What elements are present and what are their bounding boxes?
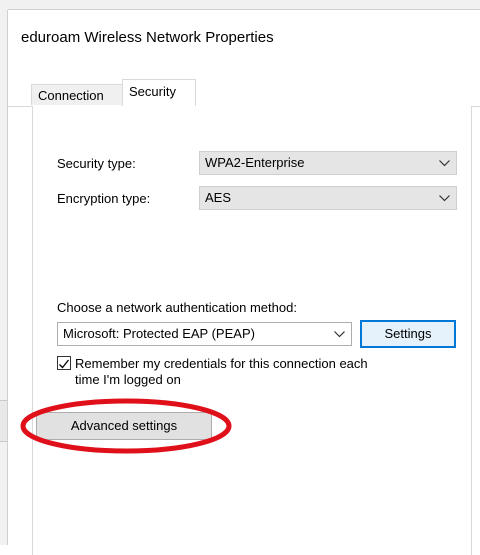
tab-connection[interactable]: Connection bbox=[31, 84, 123, 105]
remember-text-line2: time I'm logged on bbox=[75, 372, 181, 387]
chevron-down-icon bbox=[333, 323, 345, 345]
security-type-dropdown[interactable]: WPA2-Enterprise bbox=[199, 151, 457, 175]
encryption-type-value: AES bbox=[205, 190, 232, 205]
auth-method-label: Choose a network authentication method: bbox=[57, 300, 297, 315]
auth-method-value: Microsoft: Protected EAP (PEAP) bbox=[63, 326, 255, 341]
chevron-down-icon bbox=[438, 187, 450, 209]
advanced-settings-button[interactable]: Advanced settings bbox=[36, 412, 212, 440]
chevron-down-icon bbox=[438, 152, 450, 174]
remember-credentials-checkbox[interactable] bbox=[57, 356, 71, 370]
remember-credentials-text: Remember my credentials for this connect… bbox=[75, 356, 435, 388]
underlying-window-edge bbox=[0, 400, 8, 442]
properties-dialog: eduroam Wireless Network Properties Conn… bbox=[8, 10, 480, 555]
security-type-label: Security type: bbox=[57, 156, 136, 171]
checkmark-icon bbox=[59, 359, 70, 369]
remember-text-line1: Remember my credentials for this connect… bbox=[75, 356, 368, 371]
dialog-title: eduroam Wireless Network Properties bbox=[21, 29, 274, 46]
tab-security[interactable]: Security bbox=[122, 79, 196, 107]
encryption-type-dropdown[interactable]: AES bbox=[199, 186, 457, 210]
auth-method-dropdown[interactable]: Microsoft: Protected EAP (PEAP) bbox=[57, 322, 352, 346]
security-type-value: WPA2-Enterprise bbox=[205, 155, 305, 170]
settings-button[interactable]: Settings bbox=[360, 320, 456, 348]
security-panel: Security type: WPA2-Enterprise Encryptio… bbox=[32, 106, 472, 555]
tab-strip: Connection Security bbox=[8, 72, 480, 107]
encryption-type-label: Encryption type: bbox=[57, 191, 151, 206]
